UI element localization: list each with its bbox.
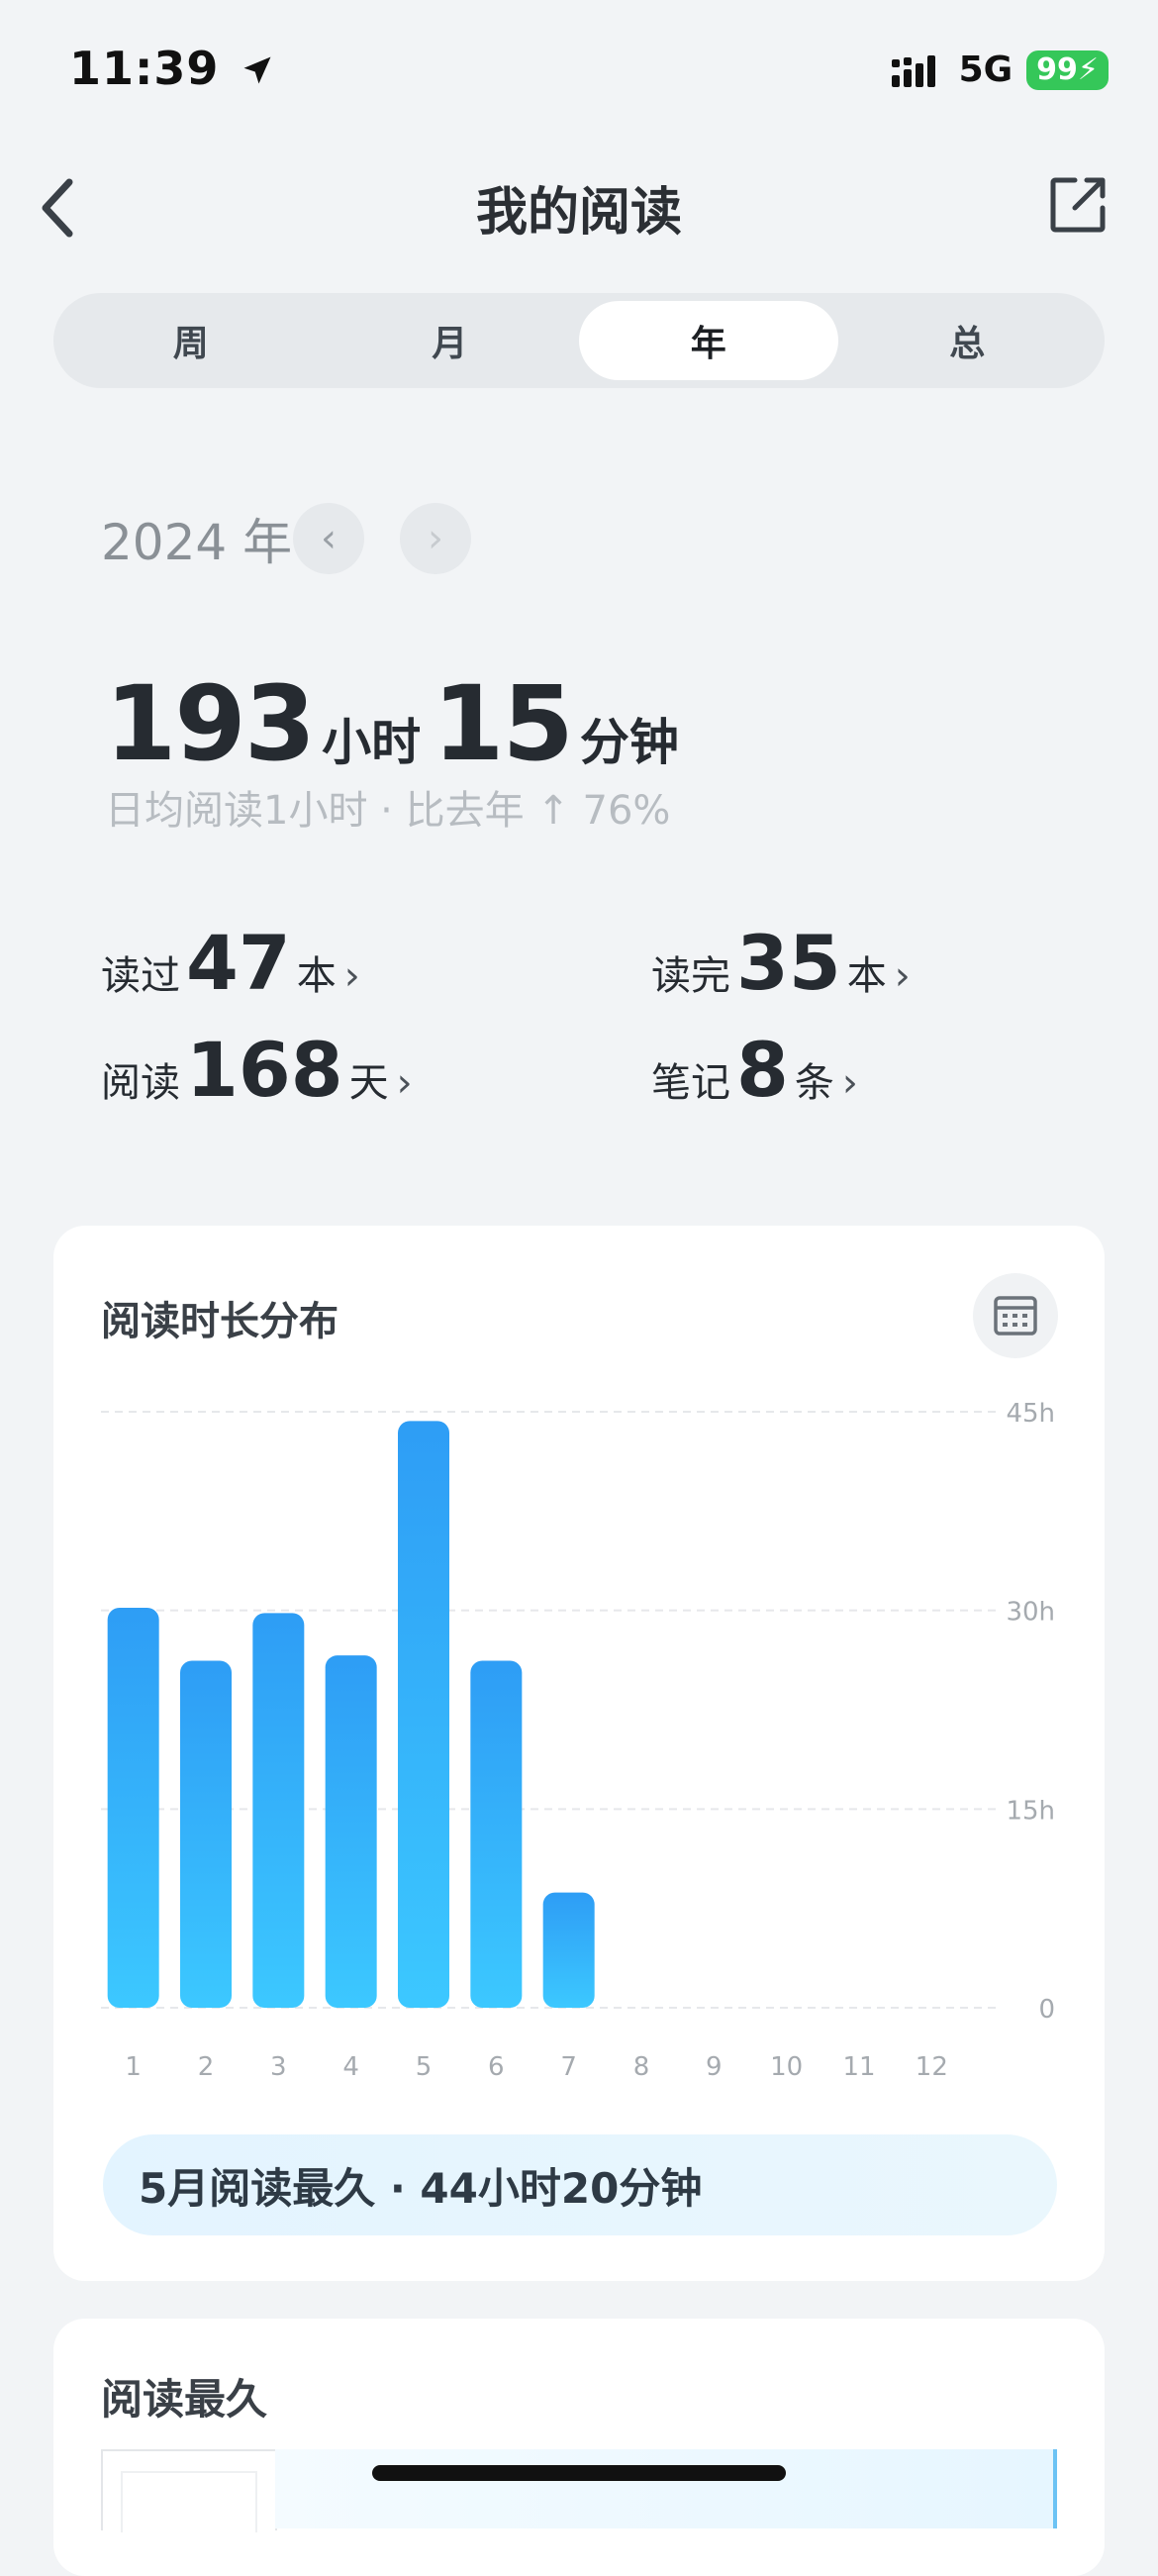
reading-time-chart: 45h30h15h01 2 3 4 5 6 7 8 9 10 11 12 — [101, 1399, 1055, 2082]
chevron-right-icon: › — [428, 516, 443, 561]
total-minutes: 15 — [433, 663, 574, 784]
location-arrow-icon — [243, 56, 271, 84]
chevron-right-icon: › — [841, 1060, 858, 1106]
card-title: 阅读最久 — [101, 2375, 268, 2424]
bar-month-1[interactable] — [107, 1607, 159, 2008]
bar-month-5[interactable] — [398, 1421, 449, 2008]
calendar-icon — [994, 1296, 1037, 1336]
tab-month[interactable]: 月 — [321, 301, 580, 380]
stat-value: 35 — [736, 919, 841, 1007]
share-icon — [1050, 177, 1106, 233]
period-label: 2024 年 — [101, 514, 293, 571]
bar-month-3[interactable] — [252, 1613, 305, 2008]
card-title: 阅读时长分布 — [101, 1299, 338, 1344]
y-tick-label: 15h — [1006, 1796, 1055, 1826]
stat-books-finished[interactable]: 读完 35 本 › — [651, 919, 911, 1007]
minutes-unit: 分钟 — [579, 714, 679, 771]
calendar-button[interactable] — [973, 1273, 1058, 1358]
stat-label: 读完 — [651, 953, 730, 999]
x-tick-label: 10 — [770, 2052, 803, 2082]
tab-week[interactable]: 周 — [61, 301, 321, 380]
total-reading-time: 193 小时 15 分钟 — [105, 663, 691, 784]
stat-reading-days[interactable]: 阅读 168 天 › — [101, 1026, 413, 1114]
stat-unit: 条 — [794, 1060, 834, 1106]
y-tick-label: 0 — [1038, 1995, 1055, 2025]
longest-reading-card — [53, 2319, 1105, 2576]
stat-label: 阅读 — [101, 1060, 180, 1106]
accent-line — [1053, 2449, 1057, 2528]
chevron-right-icon: › — [343, 953, 360, 999]
book-info-strip[interactable] — [275, 2449, 1057, 2528]
status-indicators: 5G 99⚡ — [891, 50, 1109, 90]
stat-unit: 本 — [296, 953, 337, 999]
network-type: 5G — [958, 50, 1013, 90]
y-tick-label: 45h — [1006, 1399, 1055, 1429]
x-tick-label: 2 — [198, 2052, 215, 2082]
longest-month-summary: 5月阅读最久 · 44小时20分钟 — [103, 2134, 1057, 2235]
bar-month-4[interactable] — [325, 1655, 377, 2008]
page-title: 我的阅读 — [475, 183, 682, 243]
x-tick-label: 6 — [488, 2052, 505, 2082]
x-tick-label: 1 — [125, 2052, 142, 2082]
x-tick-label: 9 — [706, 2052, 723, 2082]
x-tick-label: 11 — [842, 2052, 875, 2082]
stat-label: 笔记 — [651, 1060, 730, 1106]
x-tick-label: 12 — [916, 2052, 948, 2082]
x-tick-label: 5 — [416, 2052, 433, 2082]
battery-indicator: 99⚡ — [1026, 50, 1109, 90]
stat-books-read[interactable]: 读过 47 本 › — [101, 919, 360, 1007]
bar-month-7[interactable] — [542, 1892, 595, 2008]
stat-unit: 天 — [348, 1060, 389, 1106]
stat-value: 47 — [186, 919, 291, 1007]
chevron-right-icon: › — [894, 953, 911, 999]
bar-month-2[interactable] — [180, 1660, 232, 2008]
share-button[interactable] — [1047, 174, 1109, 236]
tab-total[interactable]: 总 — [838, 301, 1098, 380]
stat-value: 168 — [186, 1026, 343, 1114]
chevron-left-icon: ‹ — [321, 516, 337, 561]
x-tick-label: 4 — [342, 2052, 359, 2082]
stat-value: 8 — [736, 1026, 789, 1114]
home-indicator[interactable] — [372, 2465, 786, 2481]
daily-average: 日均阅读1小时 · 比去年 ↑ 76% — [105, 788, 671, 834]
period-tabs: 周 月 年 总 — [53, 293, 1105, 388]
stat-label: 读过 — [101, 953, 180, 999]
x-tick-label: 8 — [633, 2052, 650, 2082]
tab-year[interactable]: 年 — [579, 301, 838, 380]
status-time: 11:39 — [69, 42, 275, 95]
stat-unit: 本 — [846, 953, 887, 999]
total-hours: 193 — [105, 663, 316, 784]
hours-unit: 小时 — [322, 714, 422, 771]
chevron-right-icon: › — [396, 1060, 413, 1106]
x-tick-label: 7 — [560, 2052, 577, 2082]
prev-period-button[interactable]: ‹ — [293, 503, 364, 574]
bar-month-6[interactable] — [470, 1660, 523, 2008]
x-tick-label: 3 — [270, 2052, 287, 2082]
y-tick-label: 30h — [1006, 1598, 1055, 1628]
signal-icon — [891, 54, 935, 87]
next-period-button[interactable]: › — [400, 503, 471, 574]
stat-notes[interactable]: 笔记 8 条 › — [651, 1026, 858, 1114]
book-cover-inner — [121, 2471, 257, 2532]
